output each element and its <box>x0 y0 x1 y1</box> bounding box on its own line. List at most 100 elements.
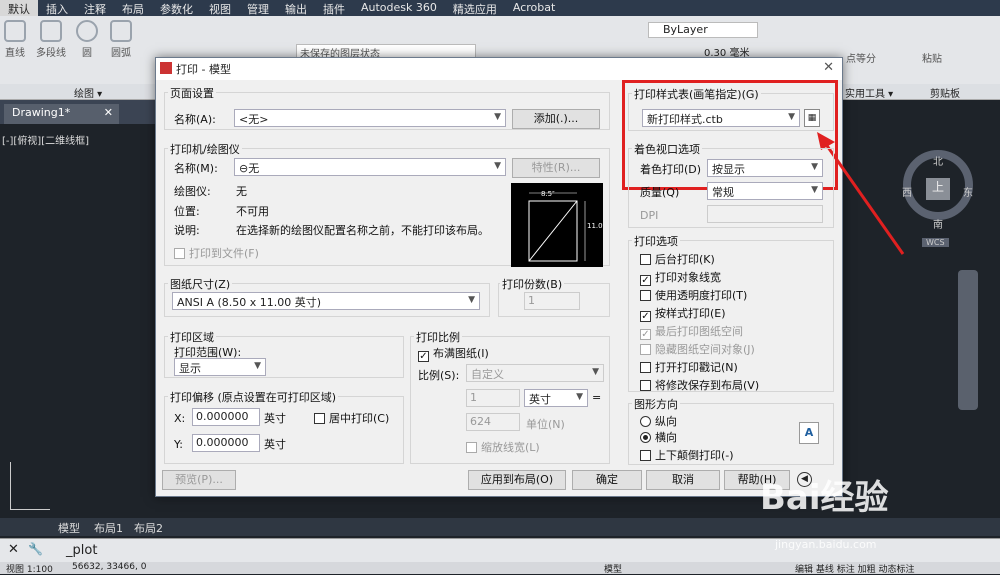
ok-button[interactable]: 确定 <box>572 470 642 490</box>
viewcube-south: 南 <box>933 220 943 231</box>
portrait-radio[interactable]: 纵向 <box>640 413 677 429</box>
arc-icon <box>110 20 132 42</box>
close-icon[interactable]: ✕ <box>104 106 113 119</box>
plot-dialog: 打印 - 模型 ✕ 页面设置 名称(A): <无> ▼ 添加(.)... 打印机/… <box>155 57 905 497</box>
color-combo[interactable]: ByLayer <box>648 22 758 38</box>
menu-tab-featured-apps[interactable]: 精选应用 <box>445 0 505 16</box>
menu-tab-parametric[interactable]: 参数化 <box>152 0 201 16</box>
close-icon[interactable]: ✕ <box>8 542 19 557</box>
preview-button[interactable]: 预览(P)... <box>162 470 236 490</box>
layout-tabs: 模型 布局1 布局2 <box>0 518 1000 536</box>
plotter-label: 绘图仪: <box>174 185 211 198</box>
plot-range-select[interactable]: 显示 ▼ <box>174 358 266 376</box>
plot-lineweights-checkbox[interactable]: ✓ 打印对象线宽 <box>640 269 721 286</box>
menu-tab-manage[interactable]: 管理 <box>239 0 277 16</box>
paper-size-select[interactable]: ANSI A (8.50 x 11.00 英寸) ▼ <box>172 292 480 310</box>
divide-tool-label[interactable]: 点等分 <box>846 50 876 65</box>
arc-tool[interactable]: 圆弧 <box>110 20 132 59</box>
dpi-input[interactable] <box>707 205 823 223</box>
offset-y-label: Y: <box>174 438 183 451</box>
tab-layout2[interactable]: 布局2 <box>134 520 163 536</box>
offset-y-input[interactable]: 0.000000 <box>192 434 260 452</box>
layer-state-combo[interactable]: 未保存的图层状态 <box>296 44 476 60</box>
model-space-toggle[interactable]: 模型 <box>604 562 622 575</box>
viewport-scale[interactable]: 视图 1:100 <box>6 562 53 575</box>
save-changes-to-layout-checkbox[interactable]: 将修改保存到布局(V) <box>640 377 759 393</box>
circle-tool[interactable]: 圆 <box>76 20 98 59</box>
menu-tab-layout[interactable]: 布局 <box>114 0 152 16</box>
line-tool[interactable]: 直线 <box>4 20 26 59</box>
polyline-tool[interactable]: 多段线 <box>36 20 66 59</box>
utilities-panel-title[interactable]: 实用工具 ▾ <box>845 85 893 100</box>
menu-tab-acrobat[interactable]: Acrobat <box>505 0 563 16</box>
menu-tab-view[interactable]: 视图 <box>201 0 239 16</box>
add-page-setup-button[interactable]: 添加(.)... <box>512 109 600 129</box>
plotter-name-label: 名称(M): <box>174 162 218 175</box>
chevron-down-icon: ▼ <box>811 185 818 195</box>
scale-units-label: 单位(N) <box>526 418 565 431</box>
scale-inches-input[interactable]: 1 <box>466 389 520 407</box>
close-icon[interactable]: ✕ <box>823 60 834 75</box>
plot-stamp-checkbox[interactable]: 打开打印戳记(N) <box>640 359 738 375</box>
plot-area-title: 打印区域 <box>168 329 216 345</box>
plot-paperspace-last-checkbox[interactable]: ✓ 最后打印图纸空间 <box>640 323 743 340</box>
plot-to-file-checkbox[interactable]: 打印到文件(F) <box>174 245 259 261</box>
watermark-brand: Bai经验 <box>760 478 889 518</box>
plot-transparency-checkbox[interactable]: 使用透明度打印(T) <box>640 287 747 303</box>
plot-with-styles-checkbox[interactable]: ✓ 按样式打印(E) <box>640 305 726 322</box>
quality-label: 质量(Q) <box>640 186 680 199</box>
menu-tab-autodesk360[interactable]: Autodesk 360 <box>353 0 445 16</box>
scale-units-input[interactable]: 624 <box>466 413 520 431</box>
dialog-titlebar[interactable]: 打印 - 模型 ✕ <box>156 58 842 80</box>
clipboard-panel-title[interactable]: 剪贴板 <box>930 85 960 100</box>
landscape-radio[interactable]: 横向 <box>640 429 677 445</box>
menu-tab-insert[interactable]: 插入 <box>38 0 76 16</box>
scale-lineweights-checkbox[interactable]: 缩放线宽(L) <box>466 439 540 455</box>
status-bar: 视图 1:100 56632, 33466, 0 模型 编辑 基线 标注 加粗 … <box>0 562 1000 575</box>
paste-tool-label[interactable]: 粘贴 <box>922 50 942 65</box>
wcs-menu[interactable]: WCS <box>922 238 949 247</box>
file-tab-drawing1[interactable]: Drawing1* ✕ <box>4 104 119 124</box>
dialog-title: 打印 - 模型 <box>176 63 231 76</box>
equals-sign: = <box>592 391 602 404</box>
autocad-logo-icon <box>160 62 172 74</box>
background-plot-checkbox[interactable]: 后台打印(K) <box>640 251 715 267</box>
ucs-y-axis <box>10 462 11 510</box>
upside-down-checkbox[interactable]: 上下颠倒打印(-) <box>640 447 734 463</box>
fit-to-paper-checkbox[interactable]: ✓ 布满图纸(I) <box>418 345 489 362</box>
chevron-down-icon: ▼ <box>494 112 501 122</box>
shade-plot-select[interactable]: 按显示 ▼ <box>707 159 823 177</box>
viewcube-east: 东 <box>963 188 973 199</box>
apply-to-layout-button[interactable]: 应用到布局(O) <box>468 470 566 490</box>
offset-x-input[interactable]: 0.000000 <box>192 408 260 426</box>
chevron-down-icon: ▼ <box>576 392 583 402</box>
plot-scale-title: 打印比例 <box>414 329 462 345</box>
menu-tab-default[interactable]: 默认 <box>0 0 38 16</box>
plotter-properties-button[interactable]: 特性(R)... <box>512 158 600 178</box>
copies-input[interactable]: 1 <box>524 292 580 310</box>
scale-select[interactable]: 自定义 ▼ <box>466 364 604 382</box>
quality-select[interactable]: 常规 ▼ <box>707 182 823 200</box>
chevron-down-icon: ▼ <box>494 161 501 171</box>
plotter-name-select[interactable]: ⊖无 ▼ <box>234 158 506 176</box>
status-toggles[interactable]: 编辑 基线 标注 加粗 动态标注 <box>795 562 914 575</box>
wrench-icon[interactable]: 🔧 <box>28 542 43 556</box>
draw-panel-title[interactable]: 绘图 ▾ <box>74 85 102 100</box>
navigation-bar[interactable] <box>958 270 978 410</box>
viewcube-top-face[interactable]: 上 <box>926 178 950 200</box>
tab-model[interactable]: 模型 <box>58 520 80 536</box>
cancel-button[interactable]: 取消 <box>646 470 720 490</box>
hide-paperspace-objects-checkbox[interactable]: 隐藏图纸空间对象(J) <box>640 341 755 357</box>
menu-tab-output[interactable]: 输出 <box>277 0 315 16</box>
menu-tab-annotate[interactable]: 注释 <box>76 0 114 16</box>
plot-options-title: 打印选项 <box>632 233 680 249</box>
viewport-controls[interactable]: [-][俯视][二维线框] <box>2 132 89 147</box>
command-text[interactable]: _plot <box>66 543 97 558</box>
viewcube-north: 北 <box>933 157 943 168</box>
page-setup-name-select[interactable]: <无> ▼ <box>234 109 506 127</box>
tab-layout1[interactable]: 布局1 <box>94 520 123 536</box>
menu-tab-plugins[interactable]: 插件 <box>315 0 353 16</box>
chevron-down-icon: ▼ <box>254 361 261 371</box>
center-plot-checkbox[interactable]: 居中打印(C) <box>314 410 389 426</box>
scale-unit-select[interactable]: 英寸 ▼ <box>524 389 588 407</box>
